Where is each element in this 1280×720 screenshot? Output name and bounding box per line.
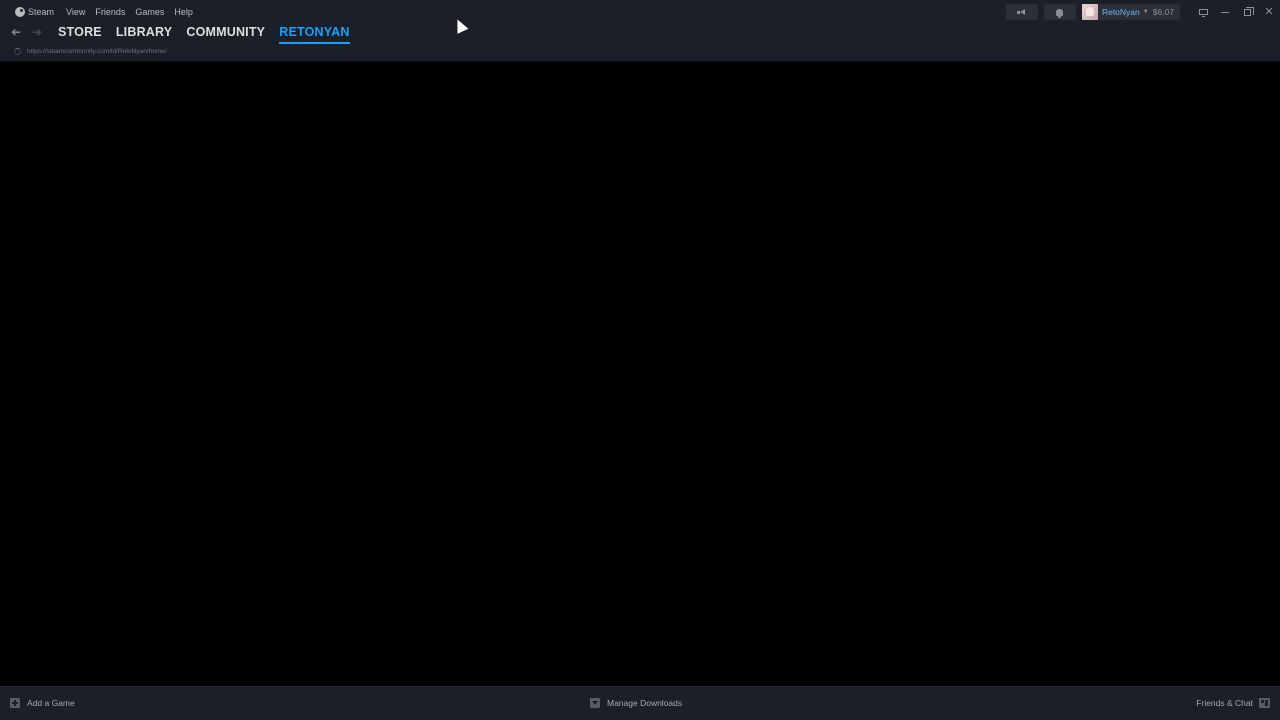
close-button[interactable]: ✕ [1258,4,1280,20]
back-arrow-icon[interactable]: ➔ [8,24,24,40]
tab-community[interactable]: COMMUNITY [186,22,265,42]
menu-steam-label: Steam [28,7,55,17]
tab-profile[interactable]: RETONYAN [279,22,350,44]
close-icon: ✕ [1264,5,1274,18]
top-right-controls: RetoNyan ▼ $6.07 ✕ [1005,3,1280,21]
tab-library[interactable]: LIBRARY [116,22,173,42]
manage-downloads-label: Manage Downloads [607,698,683,708]
loading-spinner-icon [14,47,21,55]
download-icon [590,698,600,708]
menu-friends[interactable]: Friends [90,7,130,17]
url-bar: https://steamcommunity.com/id/RetoNyan/h… [14,46,167,56]
minimize-button[interactable] [1214,4,1236,20]
url-text[interactable]: https://steamcommunity.com/id/RetoNyan/h… [27,48,167,55]
steam-logo-icon [15,7,25,17]
restore-button[interactable] [1236,4,1258,20]
plus-icon [10,698,20,708]
friends-chat-icon [1259,698,1270,708]
minimize-icon [1221,11,1229,13]
restore-icon [1243,6,1254,16]
menu-bar: Steam View Friends Games Help [10,5,198,19]
account-menu-button[interactable]: RetoNyan ▼ $6.07 [1081,4,1180,20]
manage-downloads-button[interactable]: Manage Downloads [590,698,682,708]
chevron-down-icon: ▼ [1142,9,1149,15]
add-game-button[interactable]: Add a Game [10,698,75,708]
web-content-area[interactable] [0,62,1280,686]
menu-view[interactable]: View [61,7,90,17]
tab-store[interactable]: STORE [58,22,102,42]
big-picture-button[interactable] [1192,4,1214,20]
forward-arrow-icon[interactable]: ➔ [29,24,45,40]
title-bar: Steam View Friends Games Help ➔ ➔ STORE … [0,0,1280,62]
avatar [1081,4,1098,20]
bell-icon [1056,8,1064,18]
username: RetoNyan [1101,7,1140,17]
menu-steam[interactable]: Steam [10,7,61,17]
wallet-balance: $6.07 [1152,7,1174,17]
notifications-button[interactable] [1043,4,1076,20]
menu-help[interactable]: Help [169,7,198,17]
bottom-bar: Add a Game Manage Downloads Friends & Ch… [0,686,1280,720]
navigation-row: ➔ ➔ STORE LIBRARY COMMUNITY RETONYAN [8,22,356,44]
steam-window: Steam View Friends Games Help ➔ ➔ STORE … [0,0,1280,720]
menu-games[interactable]: Games [130,7,169,17]
add-game-label: Add a Game [27,698,75,708]
friends-chat-label: Friends & Chat [1196,698,1253,708]
friends-chat-button[interactable]: Friends & Chat [1196,698,1270,708]
megaphone-icon [1017,8,1026,16]
monitor-icon [1198,9,1208,17]
announcements-button[interactable] [1005,4,1038,20]
